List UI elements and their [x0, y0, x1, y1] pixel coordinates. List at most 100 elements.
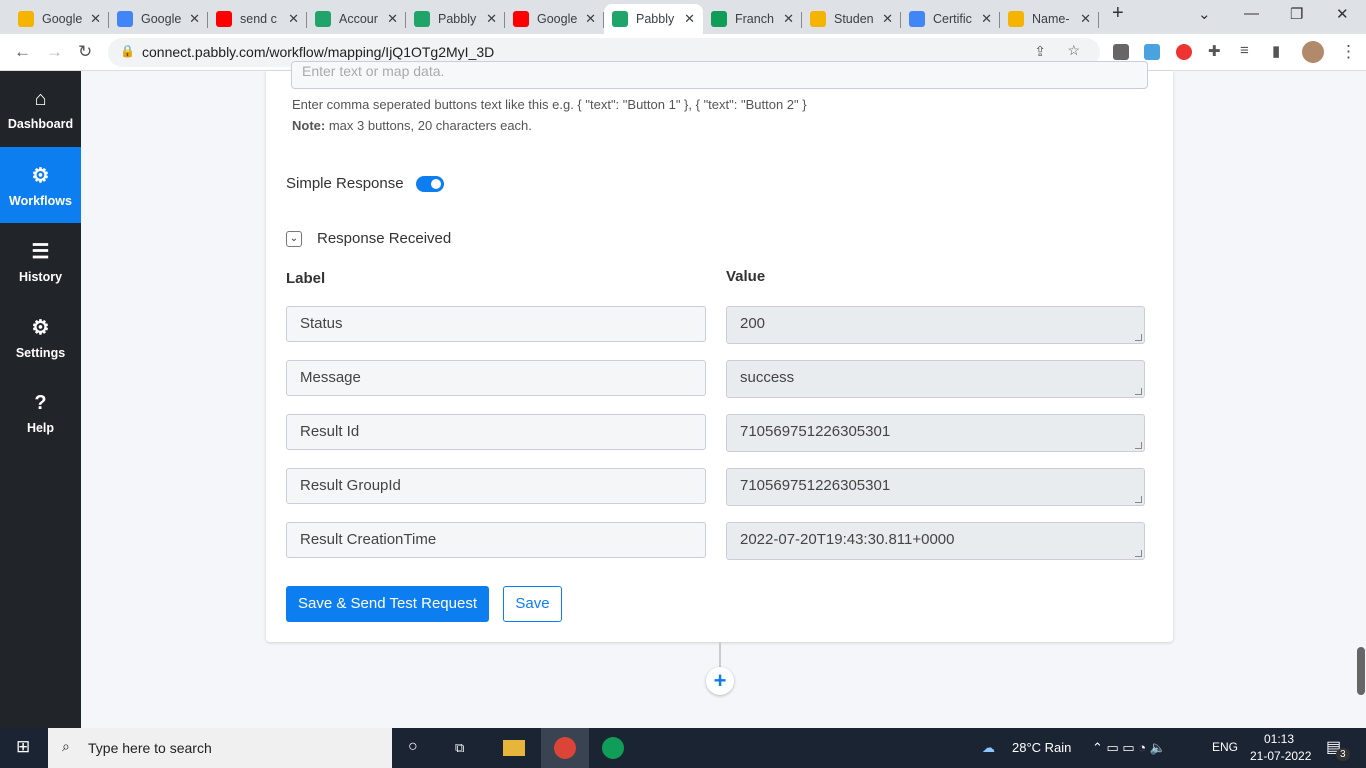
- save-button[interactable]: Save: [503, 586, 562, 622]
- browser-tab[interactable]: Google ✕: [10, 4, 109, 34]
- label-header: Label: [286, 270, 326, 287]
- forward-icon[interactable]: →: [46, 42, 63, 62]
- browser-tab[interactable]: Google ✕: [505, 4, 604, 34]
- chevron-down-icon[interactable]: ⌄: [286, 230, 302, 247]
- sidebar-item-dashboard[interactable]: ⌂ Dashboard: [0, 71, 81, 147]
- tab-title: Name-: [1032, 12, 1070, 26]
- value-field[interactable]: 710569751226305301: [726, 414, 1145, 452]
- extension-icon[interactable]: [1113, 44, 1129, 60]
- tab-search-icon[interactable]: ⌄: [1198, 5, 1211, 23]
- cortana-icon[interactable]: ○: [408, 738, 418, 756]
- label-field[interactable]: Status: [286, 306, 706, 342]
- share-icon[interactable]: ⇪: [1034, 43, 1046, 60]
- simple-response-row: Simple Response: [286, 175, 444, 192]
- notification-count: 3: [1336, 748, 1350, 761]
- sidebar: ⌂ Dashboard ⚙ Workflows ☰ History ⚙ Settings? He…: [0, 71, 81, 728]
- close-tab-icon[interactable]: ✕: [585, 11, 596, 27]
- windows-start-icon[interactable]: ⊞: [16, 737, 30, 757]
- tab-title: Studen: [834, 12, 874, 26]
- pokeball-extension-icon[interactable]: [1176, 44, 1192, 60]
- sidebar-item-label: Help: [26, 420, 55, 435]
- tab-favicon-icon: [414, 11, 430, 27]
- browser-tab[interactable]: Pabbly ✕: [406, 4, 505, 34]
- value-field[interactable]: 710569751226305301: [726, 468, 1145, 506]
- close-tab-icon[interactable]: ✕: [90, 11, 101, 27]
- help-icon: ?: [34, 391, 47, 414]
- close-tab-icon[interactable]: ✕: [783, 11, 794, 27]
- side-panel-icon[interactable]: ▮: [1272, 42, 1280, 60]
- weather-text[interactable]: 28°C Rain: [1012, 740, 1071, 755]
- tab-title: Pabbly: [438, 12, 477, 26]
- browser-tab[interactable]: Studen ✕: [802, 4, 901, 34]
- bookmark-star-icon[interactable]: ☆: [1067, 42, 1080, 59]
- scrollbar[interactable]: [1357, 647, 1365, 695]
- simple-response-toggle[interactable]: [415, 175, 444, 192]
- simple-response-label: Simple Response: [286, 175, 404, 192]
- browser-tab[interactable]: Pabbly ✕: [604, 4, 703, 34]
- browser-tab[interactable]: Accour ✕: [307, 4, 406, 34]
- settings-icon: ⚙: [31, 316, 50, 339]
- sidebar-item-label: Dashboard: [7, 116, 74, 131]
- sidebar-item-workflows[interactable]: ⚙ Workflows: [0, 147, 81, 223]
- close-tab-icon[interactable]: ✕: [189, 11, 200, 27]
- puzzle-icon[interactable]: ✚: [1208, 42, 1221, 60]
- close-tab-icon[interactable]: ✕: [486, 11, 497, 27]
- label-field[interactable]: Result Id: [286, 414, 706, 450]
- minimize-icon[interactable]: —: [1244, 5, 1259, 22]
- menu-icon[interactable]: ⋮: [1340, 42, 1357, 62]
- tab-title: Accour: [339, 12, 378, 26]
- sidebar-item-settings[interactable]: ⚙ Settings: [0, 299, 81, 375]
- tab-favicon-icon: [216, 11, 232, 27]
- close-tab-icon[interactable]: ✕: [684, 11, 695, 27]
- label-field[interactable]: Result CreationTime: [286, 522, 706, 558]
- label-field[interactable]: Message: [286, 360, 706, 396]
- close-tab-icon[interactable]: ✕: [1080, 11, 1091, 27]
- language[interactable]: ENG: [1212, 740, 1238, 754]
- sidebar-item-label: Settings: [15, 345, 66, 360]
- value-field[interactable]: success: [726, 360, 1145, 398]
- value-field[interactable]: 200: [726, 306, 1145, 344]
- weather-icon: ☁: [982, 740, 995, 755]
- clock-time[interactable]: 01:13: [1264, 732, 1294, 746]
- close-tab-icon[interactable]: ✕: [882, 11, 893, 27]
- note-label: Note:: [292, 118, 326, 133]
- reload-icon[interactable]: ↻: [78, 42, 92, 62]
- close-tab-icon[interactable]: ✕: [981, 11, 992, 27]
- restore-icon[interactable]: ❐: [1290, 5, 1303, 23]
- connector-line: [719, 642, 721, 667]
- file-explorer-icon[interactable]: [503, 740, 525, 756]
- avatar[interactable]: [1302, 41, 1324, 63]
- search-placeholder: Type here to search: [88, 740, 212, 756]
- browser-tab[interactable]: Google ✕: [109, 4, 208, 34]
- sidebar-item-help[interactable]: ? Help: [0, 375, 81, 451]
- tab-favicon-icon: [315, 11, 331, 27]
- media-icon[interactable]: ≡: [1240, 42, 1249, 59]
- browser-tab[interactable]: send c ✕: [208, 4, 307, 34]
- close-window-icon[interactable]: ✕: [1336, 5, 1349, 23]
- add-step-button[interactable]: +: [706, 667, 734, 695]
- chrome-profile-icon[interactable]: [602, 737, 624, 759]
- response-card: Enter text or map data. Enter comma sepe…: [266, 61, 1173, 642]
- browser-tab[interactable]: Name- ✕: [1000, 4, 1099, 34]
- new-tab-button[interactable]: +: [1112, 2, 1124, 25]
- value-field[interactable]: 2022-07-20T19:43:30.811+0000: [726, 522, 1145, 560]
- help-text: Enter comma seperated buttons text like …: [292, 97, 807, 112]
- save-send-test-button[interactable]: Save & Send Test Request: [286, 586, 489, 622]
- close-tab-icon[interactable]: ✕: [387, 11, 398, 27]
- tray-icons[interactable]: ⌃ ▭ ▭ ◔ 🔈: [1092, 740, 1166, 756]
- buttons-input[interactable]: Enter text or map data.: [291, 61, 1148, 89]
- clock-date[interactable]: 21-07-2022: [1250, 749, 1311, 763]
- tab-favicon-icon: [909, 11, 925, 27]
- task-view-icon[interactable]: ⧉: [455, 740, 464, 756]
- label-field[interactable]: Result GroupId: [286, 468, 706, 504]
- tab-title: send c: [240, 12, 277, 26]
- browser-tab[interactable]: Franch ✕: [703, 4, 802, 34]
- response-received-row: ⌄ Response Received: [286, 230, 451, 247]
- extension-icon[interactable]: [1144, 44, 1160, 60]
- sidebar-item-history[interactable]: ☰ History: [0, 223, 81, 299]
- taskbar-search[interactable]: ⌕ Type here to search: [48, 728, 392, 768]
- browser-tab[interactable]: Certific ✕: [901, 4, 1000, 34]
- close-tab-icon[interactable]: ✕: [288, 11, 299, 27]
- back-icon[interactable]: ←: [14, 42, 31, 62]
- chrome-icon: [554, 737, 576, 759]
